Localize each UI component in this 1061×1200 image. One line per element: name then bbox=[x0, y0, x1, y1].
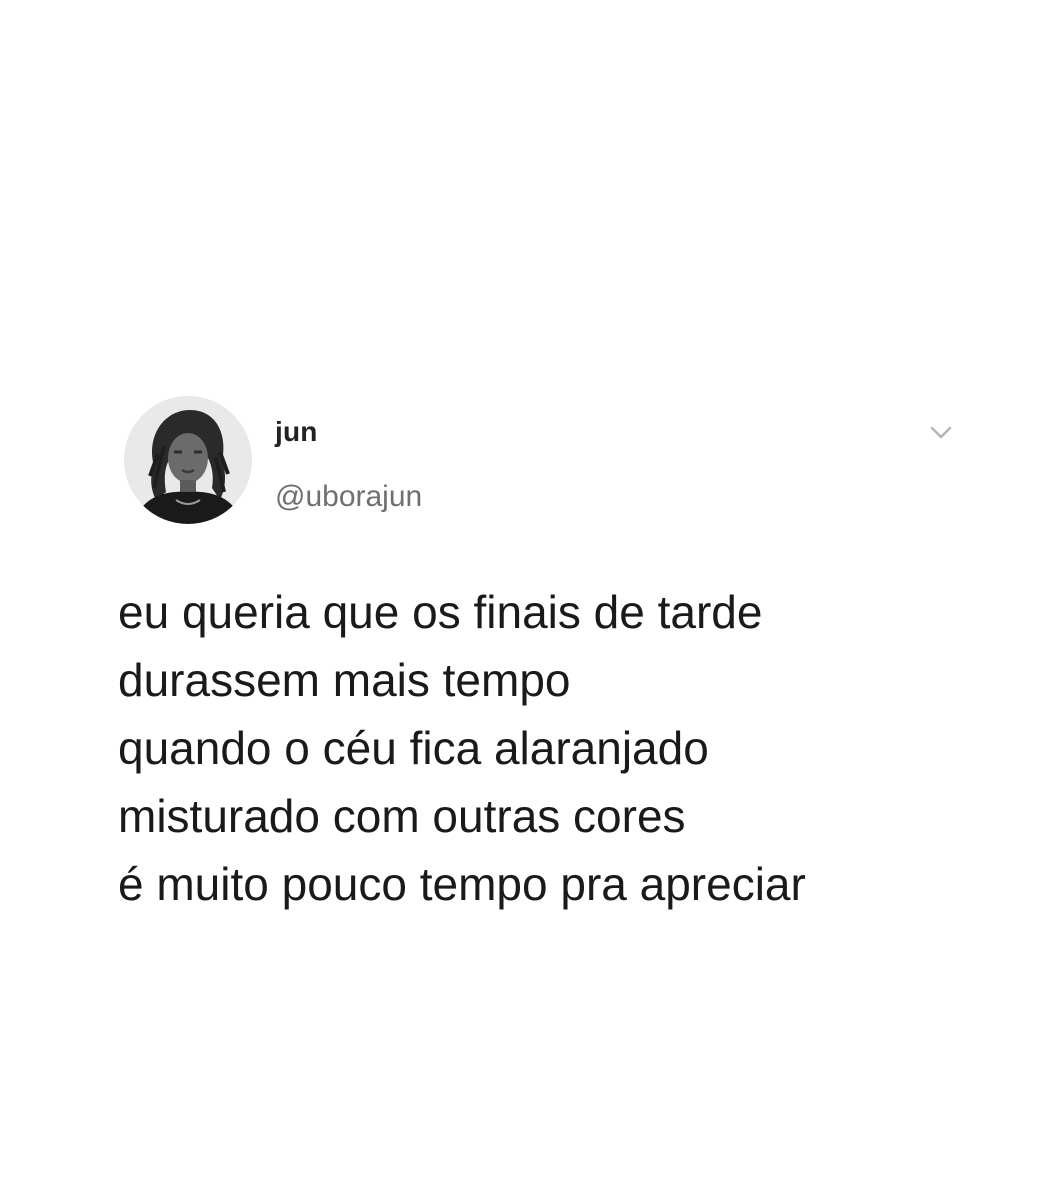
chevron-down-icon bbox=[930, 426, 952, 439]
tweet-line: durassem mais tempo bbox=[118, 654, 571, 706]
tweet-line: misturado com outras cores bbox=[118, 790, 686, 842]
tweet-line: quando o céu fica alaranjado bbox=[118, 722, 709, 774]
tweet-line: eu queria que os finais de tarde bbox=[118, 586, 763, 638]
tweet-menu-button[interactable] bbox=[924, 418, 958, 448]
profile-photo bbox=[124, 396, 252, 524]
author-handle[interactable]: @uborajun bbox=[275, 480, 422, 514]
tweet-body: eu queria que os finais de tarde durasse… bbox=[118, 578, 1018, 918]
tweet-card: jun @uborajun eu queria que os finais de… bbox=[0, 0, 1061, 1200]
author-display-name[interactable]: jun bbox=[275, 416, 318, 448]
author-avatar[interactable] bbox=[124, 396, 252, 524]
tweet-line: é muito pouco tempo pra apreciar bbox=[118, 858, 806, 910]
